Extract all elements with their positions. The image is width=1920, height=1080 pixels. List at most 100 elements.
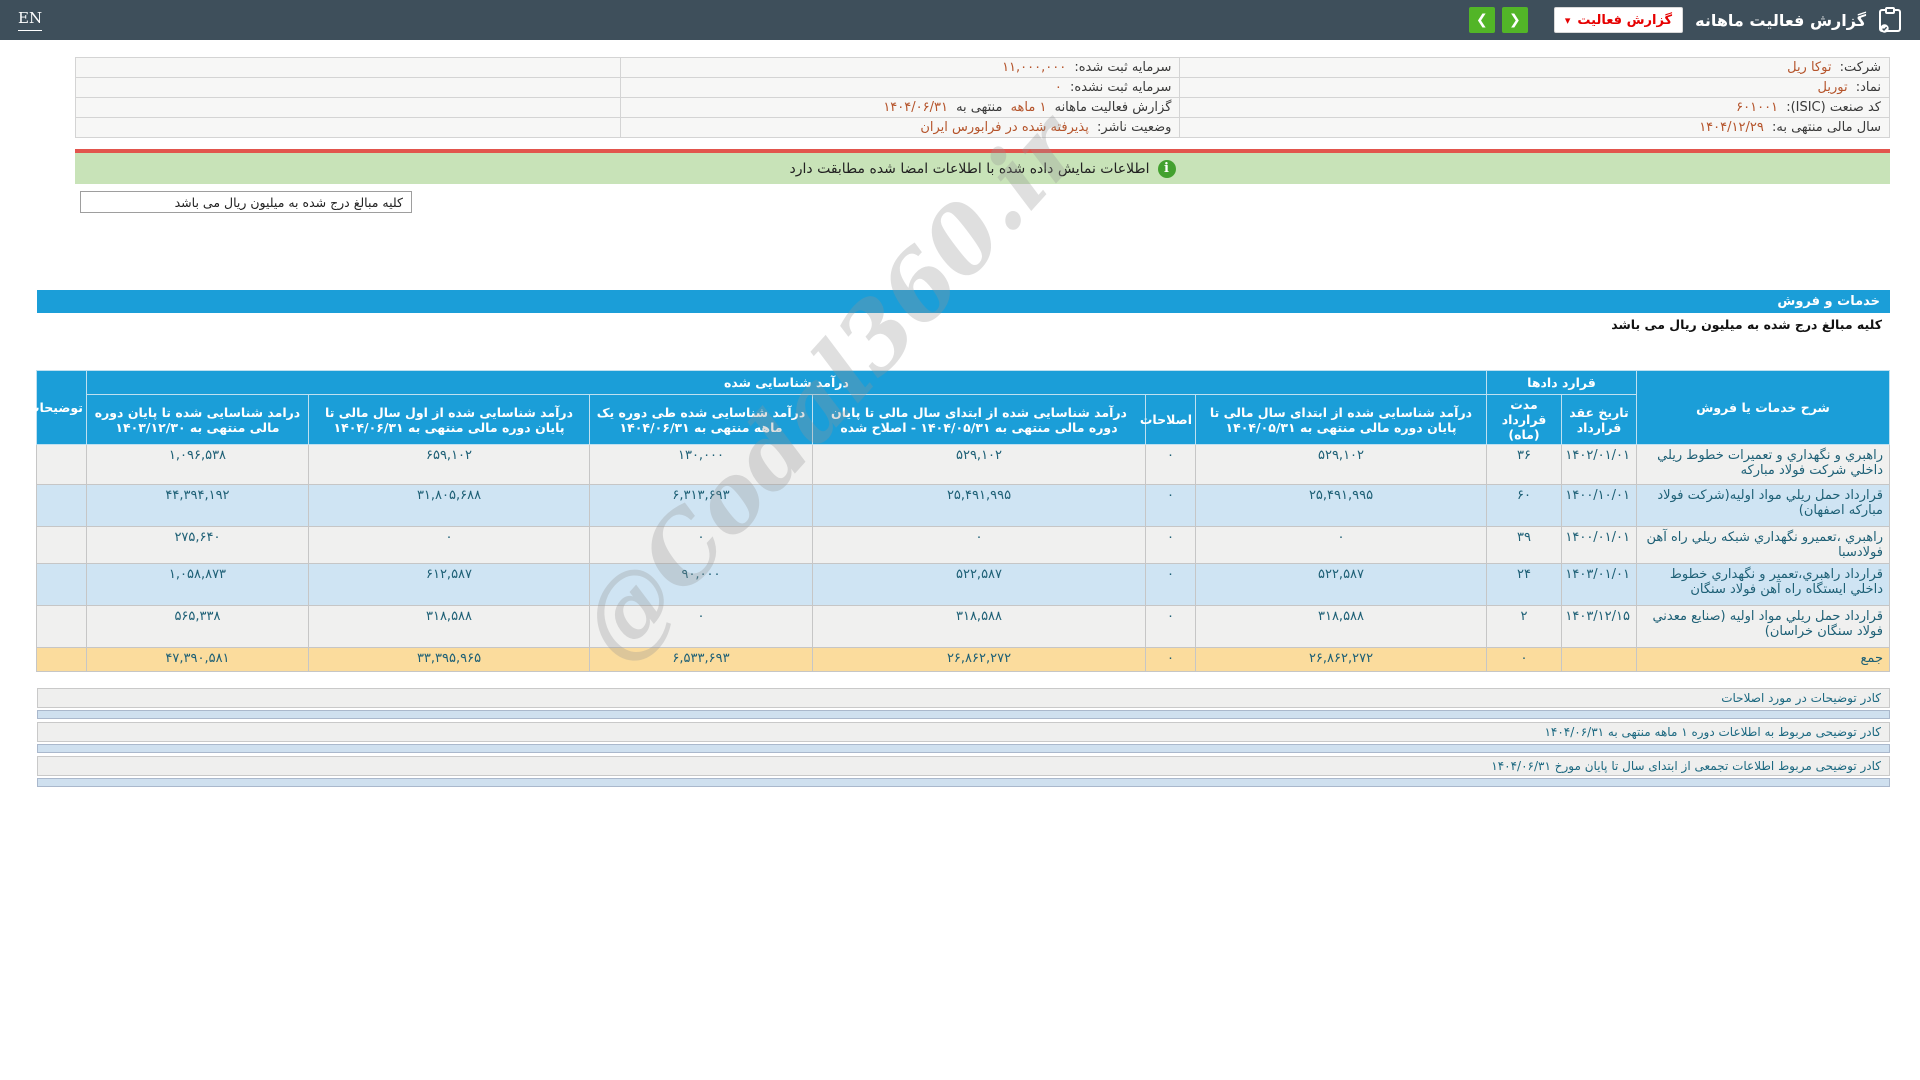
- info-row: سال مالی منتهی به: ۱۴۰۴/۱۲/۲۹ وضعیت ناشر…: [75, 117, 1890, 138]
- registered-capital-value: ۱۱,۰۰۰,۰۰۰: [1002, 60, 1067, 75]
- cell-rev-0531: ۰: [1195, 526, 1487, 564]
- company-value: توکا ریل: [1787, 60, 1832, 75]
- cell-date: ۱۴۰۰/۰۱/۰۱: [1561, 526, 1637, 564]
- empty-cell: [75, 77, 621, 98]
- explanations-section: کادر توضیحات در مورد اصلاحات کادر توضیحی…: [37, 688, 1890, 790]
- cell-months: ۲۴: [1486, 563, 1562, 606]
- table-sub-header-row: تاریخ عقد قرارداد مدت قرارداد (ماه) درآم…: [36, 394, 1889, 445]
- col-header-contract-date: تاریخ عقد قرارداد: [1561, 394, 1637, 445]
- cell-desc: قرارداد حمل ريلي مواد اولیه(شرکت فولاد م…: [1636, 484, 1890, 527]
- table-row: قرارداد حمل ريلي مواد اولیه(شرکت فولاد م…: [35, 484, 1890, 527]
- cell-rev-prev: ۱,۰۵۸,۸۷۳: [85, 563, 310, 606]
- table-row: راهبري ،تعمیرو نگهداري شبکه ريلي راه آهن…: [35, 526, 1890, 564]
- cell-rev-0531-adj: ۲۵,۴۹۱,۹۹۵: [812, 484, 1146, 527]
- note-block-adjustments: کادر توضیحات در مورد اصلاحات: [37, 688, 1890, 719]
- report-period-ending-label: منتهی به: [956, 100, 1003, 115]
- total-label: جمع: [1636, 647, 1890, 672]
- publisher-status-cell: وضعیت ناشر: پذیرفته شده در فرابورس ایران: [619, 117, 1181, 138]
- cell-rev-month: ۶,۵۳۳,۶۹۳: [589, 647, 813, 672]
- info-row: شرکت: توکا ریل سرمایه ثبت شده: ۱۱,۰۰۰,۰۰…: [75, 57, 1890, 78]
- cell-months: ۳۶: [1486, 444, 1562, 485]
- col-group-contracts: قرارد دادها: [1486, 370, 1637, 395]
- cell-rev-month: ۶,۳۱۳,۶۹۳: [589, 484, 813, 527]
- cell-rev-ytd: ۶۱۲,۵۸۷: [308, 563, 590, 606]
- cell-adj: ۰: [1145, 444, 1196, 485]
- isic-value: ۶۰۱۰۰۱: [1736, 100, 1779, 115]
- cell-rev-month: ۰: [589, 526, 813, 564]
- cell-rev-prev: ۴۷,۳۹۰,۵۸۱: [85, 647, 310, 672]
- cell-rev-0531: ۵۲۹,۱۰۲: [1195, 444, 1487, 485]
- cell-notes: [35, 526, 87, 564]
- note-label: کادر توضیحات در مورد اصلاحات: [37, 688, 1890, 708]
- next-report-button[interactable]: ❯: [1468, 7, 1495, 33]
- cell-adj: ۰: [1145, 563, 1196, 606]
- cell-rev-month: ۱۳۰,۰۰۰: [589, 444, 813, 485]
- registered-capital-label: سرمایه ثبت شده:: [1074, 60, 1172, 75]
- fiscal-year-label: سال مالی منتهی به:: [1771, 120, 1881, 135]
- prev-report-button[interactable]: ❮: [1501, 7, 1528, 33]
- table-row: قرارداد حمل ريلي مواد اولیه (صنايع معدني…: [35, 605, 1890, 648]
- currency-unit-box: کلیه مبالغ درج شده به میلیون ریال می باش…: [80, 191, 412, 213]
- cell-adj: ۰: [1145, 647, 1196, 672]
- cell-desc: راهبري ،تعمیرو نگهداري شبکه ريلي راه آهن…: [1636, 526, 1890, 564]
- symbol-cell: نماد: توریل: [1179, 77, 1890, 98]
- company-info-table: شرکت: توکا ریل سرمایه ثبت شده: ۱۱,۰۰۰,۰۰…: [75, 57, 1890, 138]
- symbol-label: نماد:: [1855, 80, 1881, 95]
- note-block-month-info: کادر توضیحی مربوط به اطلاعات دوره ۱ ماهه…: [37, 722, 1890, 753]
- cell-notes: [35, 444, 87, 485]
- cell-rev-ytd: ۳۳,۳۹۵,۹۶۵: [308, 647, 590, 672]
- cell-rev-prev: ۲۷۵,۶۴۰: [85, 526, 310, 564]
- empty-cell: [75, 57, 621, 78]
- note-block-cumulative-info: کادر توضیحی مربوط اطلاعات تجمعی از ابتدا…: [37, 756, 1890, 787]
- cell-months: ۰: [1486, 647, 1562, 672]
- language-toggle[interactable]: EN: [18, 9, 43, 31]
- cell-rev-0531-adj: ۵۲۲,۵۸۷: [812, 563, 1146, 606]
- report-type-label: گزارش فعالیت: [1577, 12, 1673, 28]
- cell-rev-0531: ۵۲۲,۵۸۷: [1195, 563, 1487, 606]
- cell-rev-ytd: ۰: [308, 526, 590, 564]
- chevron-down-icon: ▾: [1564, 13, 1571, 27]
- unregistered-capital-label: سرمایه ثبت نشده:: [1070, 80, 1172, 95]
- signed-info-text: اطلاعات نمایش داده شده با اطلاعات امضا ش…: [789, 160, 1150, 177]
- note-input-strip[interactable]: [37, 710, 1890, 719]
- cell-date: ۱۴۰۳/۰۱/۰۱: [1561, 563, 1637, 606]
- company-cell: شرکت: توکا ریل: [1179, 57, 1890, 78]
- symbol-value: توریل: [1817, 80, 1848, 95]
- cell-rev-ytd: ۳۱۸,۵۸۸: [308, 605, 590, 648]
- cell-adj: ۰: [1145, 526, 1196, 564]
- cell-rev-0531: ۳۱۸,۵۸۸: [1195, 605, 1487, 648]
- isic-label: کد صنعت (ISIC):: [1786, 100, 1881, 115]
- services-sales-table: شرح خدمات یا فروش قرارد دادها درآمد شناس…: [27, 370, 1890, 672]
- note-label: کادر توضیحی مربوط اطلاعات تجمعی از ابتدا…: [37, 756, 1890, 776]
- col-header-adjustments: اصلاحات: [1140, 394, 1196, 445]
- report-nav-buttons: ❮ ❯: [1468, 7, 1528, 33]
- report-period-cell: گزارش فعالیت ماهانه ۱ ماهه منتهی به ۱۴۰۴…: [619, 97, 1181, 118]
- cell-rev-0531-adj: ۳۱۸,۵۸۸: [812, 605, 1146, 648]
- company-label: شرکت:: [1839, 60, 1881, 75]
- cell-adj: ۰: [1145, 605, 1196, 648]
- signed-info-banner: i اطلاعات نمایش داده شده با اطلاعات امضا…: [75, 153, 1890, 184]
- cell-rev-0531-adj: ۰: [812, 526, 1146, 564]
- cell-date: ۱۴۰۰/۱۰/۰۱: [1561, 484, 1637, 527]
- cell-rev-prev: ۵۶۵,۳۳۸: [85, 605, 310, 648]
- col-header-description: شرح خدمات یا فروش: [1636, 370, 1890, 445]
- isic-cell: کد صنعت (ISIC): ۶۰۱۰۰۱: [1179, 97, 1890, 118]
- report-period-length: ۱ ماهه: [1010, 100, 1047, 115]
- unregistered-capital-cell: سرمایه ثبت نشده: ۰: [619, 77, 1181, 98]
- cell-rev-0531-adj: ۵۲۹,۱۰۲: [812, 444, 1146, 485]
- col-header-notes: توضیحات: [27, 370, 87, 445]
- table-row: قرارداد راهبري،تعمیر و نگهداري خطوط داخل…: [35, 563, 1890, 606]
- cell-rev-0531: ۲۶,۸۶۲,۲۷۲: [1195, 647, 1487, 672]
- cell-notes: [35, 563, 87, 606]
- cell-rev-0531: ۲۵,۴۹۱,۹۹۵: [1195, 484, 1487, 527]
- top-bar: گزارش فعالیت ماهانه گزارش فعالیت ▾ ❮ ❯ E…: [0, 0, 1920, 40]
- report-period-label: گزارش فعالیت ماهانه: [1054, 100, 1172, 115]
- unregistered-capital-value: ۰: [1054, 80, 1062, 95]
- col-header-rev-ytd: درآمد شناسایی شده از اول سال مالی تا پای…: [308, 394, 590, 445]
- cell-rev-prev: ۴۴,۳۹۴,۱۹۲: [85, 484, 310, 527]
- note-input-strip[interactable]: [37, 744, 1890, 753]
- cell-rev-prev: ۱,۰۹۶,۵۳۸: [85, 444, 310, 485]
- report-type-dropdown[interactable]: گزارش فعالیت ▾: [1553, 7, 1684, 33]
- note-label: کادر توضیحی مربوط به اطلاعات دوره ۱ ماهه…: [37, 722, 1890, 742]
- note-input-strip[interactable]: [37, 778, 1890, 787]
